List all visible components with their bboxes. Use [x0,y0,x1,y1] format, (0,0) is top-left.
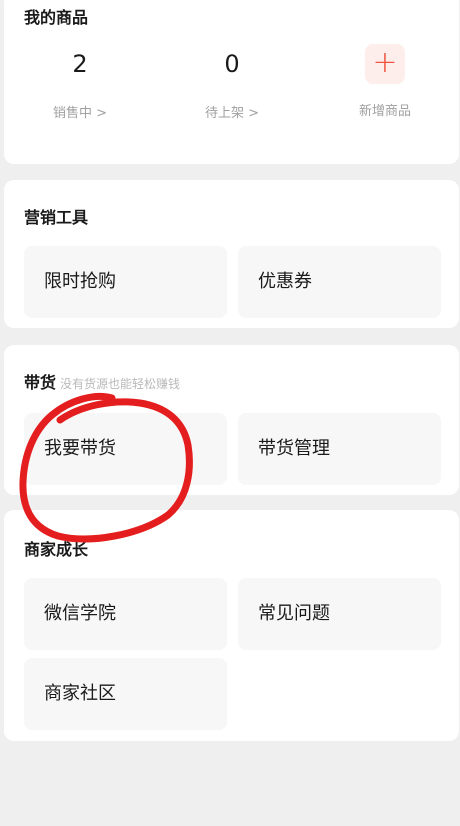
merchant-growth-title: 商家成长 [24,540,89,559]
flash-sale-tile[interactable]: 限时抢购 [24,246,227,318]
sell-card: 带货 没有货源也能轻松赚钱 我要带货 带货管理 [4,345,459,495]
add-product-label[interactable]: 新增商品 [325,104,445,120]
merchant-community-tile[interactable]: 商家社区 [24,658,227,730]
selling-management-tile[interactable]: 带货管理 [238,413,441,485]
pending-stat[interactable]: 0 待上架 > [172,42,292,122]
sell-title: 带货 没有货源也能轻松赚钱 [24,369,180,393]
pending-count: 0 [224,50,240,78]
add-product-button[interactable]: + [365,44,405,84]
faq-tile[interactable]: 常见问题 [238,578,441,650]
my-products-card: 我的商品 2 销售中 > 0 待上架 > + 新增商品 [4,0,459,164]
plus-icon: + [372,45,398,80]
start-selling-tile[interactable]: 我要带货 [24,413,227,485]
my-products-title: 我的商品 [24,8,89,27]
coupon-tile[interactable]: 优惠券 [238,246,441,318]
marketing-tools-title: 营销工具 [24,208,89,227]
merchant-growth-card: 商家成长 微信学院 常见问题 商家社区 [4,510,459,741]
selling-count: 2 [72,50,88,78]
selling-link[interactable]: 销售中 > [20,106,140,122]
selling-stat[interactable]: 2 销售中 > [20,42,140,122]
add-product-stat[interactable]: + 新增商品 [325,42,445,120]
sell-subtitle: 没有货源也能轻松赚钱 [60,377,181,391]
marketing-tools-card: 营销工具 限时抢购 优惠券 [4,180,459,328]
pending-link[interactable]: 待上架 > [172,106,292,122]
sell-title-text: 带货 [24,373,57,392]
wechat-academy-tile[interactable]: 微信学院 [24,578,227,650]
